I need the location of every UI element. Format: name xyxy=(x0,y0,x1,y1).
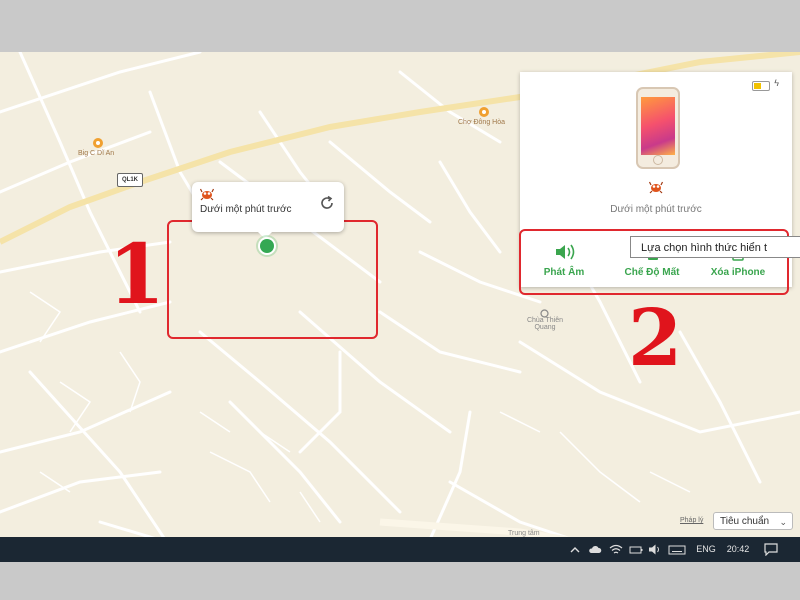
taskbar: ENG 20:42 xyxy=(0,537,800,562)
poi-label: Chợ Đông Hòa xyxy=(458,119,506,126)
poi-icon xyxy=(92,136,106,150)
battery-icon xyxy=(752,81,770,91)
road-shield: QL1K xyxy=(117,173,143,187)
location-callout[interactable]: Dưới một phút trước xyxy=(192,182,344,239)
map-view-select[interactable]: Tiêu chuẩn ⌄ xyxy=(713,512,793,530)
poi-label: Big C Dĩ An xyxy=(78,150,115,157)
callout-status: Dưới một phút trước xyxy=(200,204,292,215)
language-indicator[interactable]: ENG xyxy=(692,537,720,562)
crab-icon xyxy=(199,187,215,201)
clock[interactable]: 20:42 xyxy=(722,537,754,562)
poi-label: Trung tâm xyxy=(508,530,540,537)
map-view-select-value: Tiêu chuẩn xyxy=(720,516,770,527)
device-location-dot[interactable] xyxy=(256,235,278,257)
keyboard-icon[interactable] xyxy=(668,543,686,556)
cloud-icon[interactable] xyxy=(588,543,602,556)
battery-tray-icon[interactable] xyxy=(629,543,643,556)
iphone-image xyxy=(636,87,680,169)
poi-label: Chùa Thiên Quang xyxy=(526,317,564,331)
annotation-number-1: 1 xyxy=(108,227,166,323)
crab-icon xyxy=(648,180,664,194)
tooltip: Lựa chọn hình thức hiển t xyxy=(630,236,800,258)
volume-icon[interactable] xyxy=(648,543,662,556)
legal-link[interactable]: Pháp lý xyxy=(680,517,703,524)
chevron-up-icon[interactable] xyxy=(568,543,582,556)
chevron-down-icon: ⌄ xyxy=(779,517,787,527)
annotation-number-2: 2 xyxy=(628,293,683,384)
refresh-icon[interactable] xyxy=(318,194,336,212)
wifi-icon[interactable] xyxy=(609,543,623,556)
charging-icon: ϟ xyxy=(774,78,779,88)
device-status: Dưới một phút trước xyxy=(610,204,702,215)
notification-icon[interactable] xyxy=(764,543,778,557)
poi-icon xyxy=(478,105,492,119)
